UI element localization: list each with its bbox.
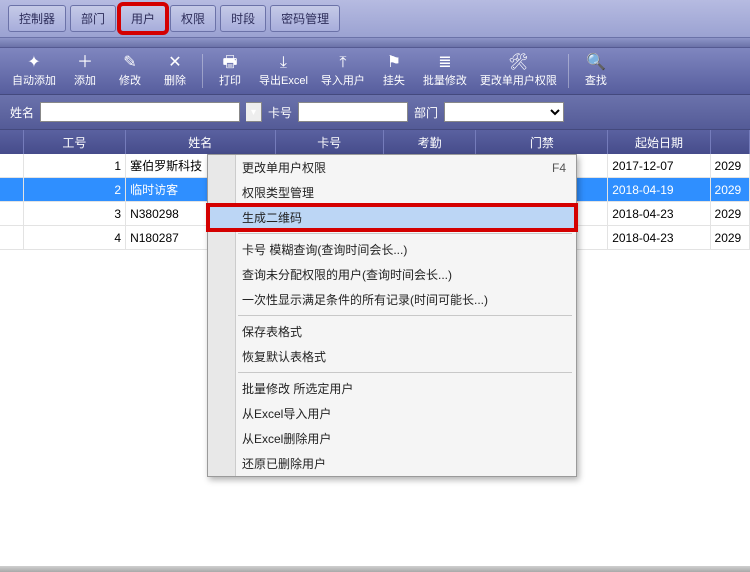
separator	[568, 54, 569, 88]
cell: 2029	[711, 202, 750, 225]
col-id[interactable]: 工号	[24, 130, 126, 154]
dept-select[interactable]	[444, 102, 564, 122]
col-rowheader[interactable]	[0, 130, 24, 154]
pencil-icon: ✎	[123, 54, 136, 72]
menu-item[interactable]: 从Excel导入用户	[208, 401, 576, 426]
name-input[interactable]	[40, 102, 240, 122]
name-dropdown-icon[interactable]: ▾	[246, 102, 262, 122]
decorative-bar	[0, 38, 750, 48]
import-icon: ⤒	[339, 54, 346, 72]
dept-label: 部门	[414, 104, 438, 121]
col-door[interactable]: 门禁	[476, 130, 608, 154]
menu-item-label: 一次性显示满足条件的所有记录(时间可能长...)	[242, 291, 488, 308]
menu-item-shortcut: F4	[552, 161, 566, 175]
autoadd-icon: ✦	[27, 54, 40, 72]
card-label: 卡号	[268, 104, 292, 121]
menu-item[interactable]: 一次性显示满足条件的所有记录(时间可能长...)	[208, 287, 576, 312]
menu-item[interactable]: 还原已删除用户	[208, 451, 576, 476]
menu-item[interactable]: 从Excel删除用户	[208, 426, 576, 451]
tab-pw[interactable]: 密码管理	[270, 5, 340, 32]
menu-item-label: 卡号 模糊查询(查询时间会长...)	[242, 241, 407, 258]
name-label: 姓名	[10, 104, 34, 121]
cell: 2029	[711, 154, 750, 177]
menu-separator	[238, 233, 572, 234]
cell: 4	[24, 226, 126, 249]
menu-item-label: 从Excel导入用户	[242, 405, 331, 422]
cell: 3	[24, 202, 126, 225]
import-user-button[interactable]: ⤒导入用户	[315, 52, 371, 90]
menu-item-label: 批量修改 所选定用户	[242, 380, 353, 397]
menu-item[interactable]: 卡号 模糊查询(查询时间会长...)	[208, 237, 576, 262]
menu-item-label: 更改单用户权限	[242, 159, 326, 176]
search-button[interactable]: 🔍查找	[574, 52, 618, 90]
tab-user[interactable]: 用户	[120, 5, 166, 32]
user-grid: 工号 姓名 卡号 考勤 门禁 起始日期 1塞伯罗斯科技21✓✓2017-12-0…	[0, 130, 750, 250]
menu-item-label: 权限类型管理	[242, 184, 314, 201]
menu-separator	[238, 315, 572, 316]
export-excel-button[interactable]: ⤓导出Excel	[253, 52, 314, 90]
tab-period[interactable]: 时段	[220, 5, 266, 32]
menu-item-label: 生成二维码	[242, 209, 302, 226]
grid-header: 工号 姓名 卡号 考勤 门禁 起始日期	[0, 130, 750, 154]
menu-item[interactable]: 恢复默认表格式	[208, 344, 576, 369]
col-attn[interactable]: 考勤	[384, 130, 477, 154]
tab-controller[interactable]: 控制器	[8, 5, 66, 32]
menu-item-label: 从Excel删除用户	[242, 430, 331, 447]
menu-item-label: 还原已删除用户	[242, 455, 326, 472]
search-icon: 🔍	[586, 54, 606, 72]
cell: 2029	[711, 226, 750, 249]
cell: 2	[24, 178, 126, 201]
cell: 2018-04-23	[608, 226, 710, 249]
cell: 2018-04-23	[608, 202, 710, 225]
cell	[0, 178, 24, 201]
flag-icon: ⚑	[387, 54, 401, 72]
tab-perm[interactable]: 权限	[170, 5, 216, 32]
separator	[202, 54, 203, 88]
edit-button[interactable]: ✎修改	[108, 52, 152, 90]
cell: 2029	[711, 178, 750, 201]
printer-icon: 🖶	[222, 54, 237, 72]
main-tabs: 控制器 部门 用户 权限 时段 密码管理	[0, 0, 750, 38]
col-end[interactable]	[711, 130, 750, 154]
menu-item[interactable]: 权限类型管理	[208, 180, 576, 205]
cell	[0, 154, 24, 177]
batch-button[interactable]: ≣批量修改	[417, 52, 473, 90]
menu-item[interactable]: 查询未分配权限的用户(查询时间会长...)	[208, 262, 576, 287]
card-input[interactable]	[298, 102, 408, 122]
menu-item[interactable]: 更改单用户权限 F4	[208, 155, 576, 180]
toolbar: ✦自动添加 ＋添加 ✎修改 ✕删除 🖶打印 ⤓导出Excel ⤒导入用户 ⚑挂失…	[0, 48, 750, 95]
bottom-bar	[0, 566, 750, 572]
menu-item-label: 查询未分配权限的用户(查询时间会长...)	[242, 266, 452, 283]
menu-item-label: 保存表格式	[242, 323, 302, 340]
menu-item[interactable]: 保存表格式	[208, 319, 576, 344]
cell: 2018-04-19	[608, 178, 710, 201]
export-icon: ⤓	[280, 54, 287, 72]
x-icon: ✕	[168, 54, 181, 72]
changeone-button[interactable]: 🛠更改单用户权限	[474, 52, 563, 90]
menu-separator	[238, 372, 572, 373]
col-start[interactable]: 起始日期	[608, 130, 710, 154]
add-button[interactable]: ＋添加	[63, 52, 107, 90]
cell	[0, 202, 24, 225]
print-button[interactable]: 🖶打印	[208, 52, 252, 90]
cell	[0, 226, 24, 249]
menu-item[interactable]: 批量修改 所选定用户	[208, 376, 576, 401]
reportloss-button[interactable]: ⚑挂失	[372, 52, 416, 90]
context-menu: 更改单用户权限 F4 权限类型管理生成二维码卡号 模糊查询(查询时间会长...) 查询…	[207, 154, 577, 477]
filter-bar: 姓名 ▾ 卡号 部门	[0, 95, 750, 130]
cell: 1	[24, 154, 126, 177]
plus-icon: ＋	[77, 54, 93, 72]
col-name[interactable]: 姓名	[126, 130, 276, 154]
col-card[interactable]: 卡号	[276, 130, 384, 154]
wrench-icon: 🛠	[508, 54, 528, 72]
cell: 2017-12-07	[608, 154, 710, 177]
menu-item[interactable]: 生成二维码	[208, 205, 576, 230]
delete-button[interactable]: ✕删除	[153, 52, 197, 90]
list-icon: ≣	[438, 54, 451, 72]
menu-item-label: 恢复默认表格式	[242, 348, 326, 365]
tab-dept[interactable]: 部门	[70, 5, 116, 32]
autoadd-button[interactable]: ✦自动添加	[6, 52, 62, 90]
